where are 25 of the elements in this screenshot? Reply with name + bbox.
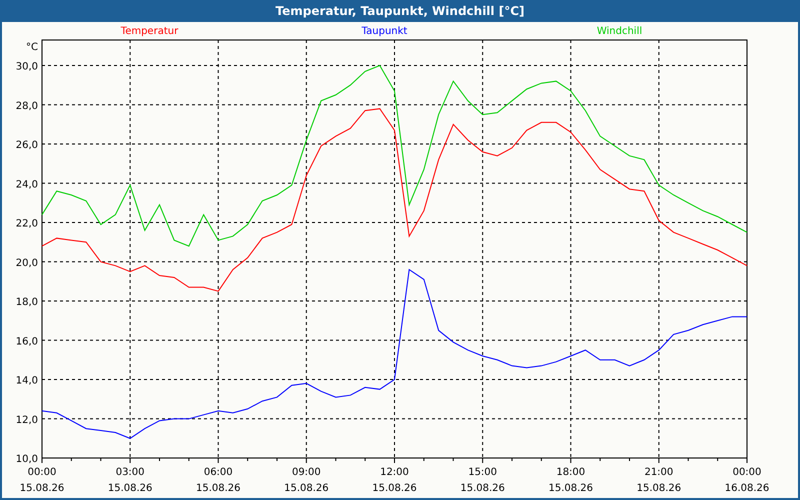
x-tick-label: 00:00 16.08.26 <box>724 467 770 494</box>
x-tick-label: 15:00 15.08.26 <box>460 467 505 494</box>
y-tick-label: 30,0 <box>16 62 38 72</box>
y-tick-label: 14,0 <box>16 376 38 386</box>
y-tick-label: 18,0 <box>16 297 38 308</box>
legend-label: Windchill <box>596 26 642 37</box>
x-tick-label: 00:00 15.08.26 <box>20 467 64 494</box>
y-tick-label: 24,0 <box>16 179 38 190</box>
x-tick-label: 09:00 15.08.26 <box>284 467 329 494</box>
window-title: Temperatur, Taupunkt, Windchill [°C] <box>274 3 526 20</box>
y-tick-label: 12,0 <box>16 414 38 426</box>
y-axis-unit: °C <box>26 42 38 53</box>
x-tick-label: 03:00 15.08.26 <box>108 467 152 494</box>
y-tick-label: 28,0 <box>16 100 38 112</box>
legend-label: Taupunkt <box>362 26 408 37</box>
x-tick-label: 18:00 15.08.26 <box>548 467 594 494</box>
x-tick-label: 06:00 15.08.26 <box>196 467 241 494</box>
y-tick-label: 10,0 <box>16 454 38 465</box>
y-tick-label: 26,0 <box>16 140 38 151</box>
y-tick-label: 22,0 <box>16 218 38 230</box>
x-tick-label: 21:00 15.08.26 <box>636 467 682 494</box>
x-tick-label: 12:00 15.08.26 <box>372 467 417 494</box>
y-tick-label: 16,0 <box>16 336 38 348</box>
y-tick-label: 20,0 <box>16 258 38 269</box>
legend-label: Temperatur <box>120 26 178 37</box>
